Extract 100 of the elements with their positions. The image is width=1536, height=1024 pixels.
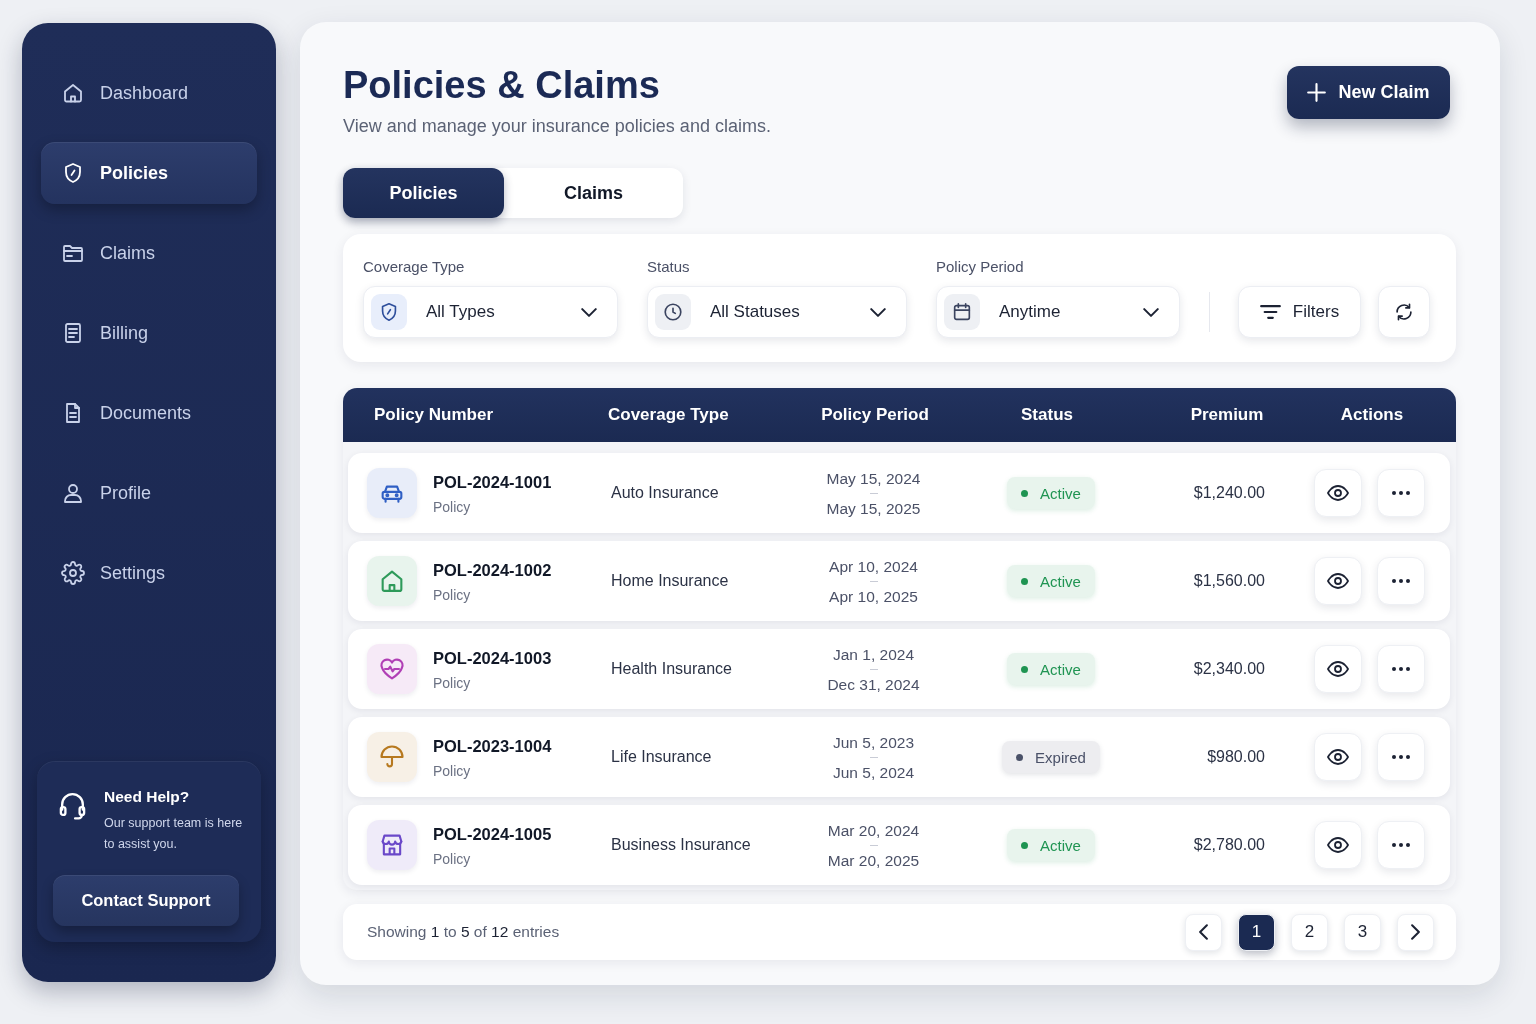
nav-item[interactable]: Claims	[41, 222, 257, 284]
page-button[interactable]: 1	[1238, 913, 1275, 951]
field-label: Policy Period	[936, 258, 1025, 276]
policy-label: Policy	[433, 850, 472, 867]
settings-icon	[61, 561, 85, 585]
period-end-date: Jun 5, 2024	[833, 762, 914, 782]
column-header: Actions	[1339, 405, 1405, 425]
dropdown[interactable]: Anytime	[936, 286, 1180, 338]
view-button[interactable]	[1314, 645, 1362, 693]
more-icon	[1392, 755, 1410, 759]
policy-number: POL-2024-1002	[433, 559, 552, 580]
policy-label: Policy	[433, 674, 472, 691]
premium-amount: $2,340.00	[1192, 660, 1265, 678]
help-text: Our support team is here to assist you.	[104, 815, 244, 853]
period-end-date: Mar 20, 2025	[827, 850, 920, 870]
more-icon	[1392, 843, 1410, 847]
filter-icon	[1259, 305, 1281, 319]
table-row[interactable]: POL-2024-1003 Policy Health Insurance Jan 1, 2024 Dec 31, 2024 Active $2,340.00	[348, 629, 1450, 709]
next-page-button[interactable]	[1397, 913, 1434, 951]
help-title: Need Help?	[104, 787, 191, 807]
eye-icon	[1327, 837, 1349, 853]
coverage-type: Business Insurance	[611, 836, 752, 854]
nav-item[interactable]: Billing	[41, 302, 257, 364]
table-row[interactable]: POL-2024-1005 Policy Business Insurance Mar 20, 2024 Mar 20, 2025 Active $2,780.00	[348, 805, 1450, 885]
period-start-date: Apr 10, 2024	[829, 556, 918, 576]
column-header: Coverage Type	[608, 405, 730, 425]
chevron-left-icon	[1199, 924, 1208, 940]
entries-summary: Showing 1 to 5 of 12 entries	[367, 923, 560, 941]
nav-item[interactable]: Policies	[41, 142, 257, 204]
status-label: Active	[1040, 660, 1081, 678]
column-header: Premium	[1189, 405, 1265, 425]
policy-number: POL-2024-1005	[433, 823, 552, 844]
dropdown[interactable]: All Types	[363, 286, 618, 338]
column-header: Policy Number	[374, 405, 495, 425]
chevron-down-icon	[1143, 307, 1159, 317]
tab[interactable]: Claims	[504, 168, 683, 218]
eye-icon	[1327, 485, 1349, 501]
premium-amount: $980.00	[1206, 748, 1265, 766]
coverage-type: Health Insurance	[611, 660, 733, 678]
view-button[interactable]	[1314, 469, 1362, 517]
nav-item[interactable]: Profile	[41, 462, 257, 524]
coverage-type: Life Insurance	[611, 748, 713, 766]
previous-page-button[interactable]	[1185, 913, 1222, 951]
period-end-date: Dec 31, 2024	[827, 674, 920, 694]
more-icon	[1392, 491, 1410, 495]
premium-amount: $2,780.00	[1192, 836, 1265, 854]
nav-item[interactable]: Dashboard	[41, 62, 257, 124]
period-end-date: Apr 10, 2025	[829, 586, 918, 606]
dropdown[interactable]: All Statuses	[647, 286, 907, 338]
view-button[interactable]	[1314, 733, 1362, 781]
period-start-date: Jun 5, 2023	[833, 732, 914, 752]
eye-icon	[1327, 749, 1349, 765]
chevron-down-icon	[870, 307, 886, 317]
person-icon	[61, 481, 85, 505]
nav-item[interactable]: Settings	[41, 542, 257, 604]
coverage-type: Auto Insurance	[611, 484, 720, 502]
eye-icon	[1327, 573, 1349, 589]
filters-button[interactable]: Filters	[1238, 286, 1361, 338]
tab[interactable]: Policies	[343, 168, 504, 218]
status-label: Active	[1040, 836, 1081, 854]
table-row[interactable]: POL-2024-1002 Policy Home Insurance Apr 10, 2024 Apr 10, 2025 Active $1,560.00	[348, 541, 1450, 621]
page-button[interactable]: 2	[1291, 913, 1328, 951]
status-label: Expired	[1035, 748, 1086, 766]
view-button[interactable]	[1314, 821, 1362, 869]
policy-label: Policy	[433, 586, 472, 603]
premium-amount: $1,560.00	[1192, 572, 1265, 590]
contact-support-button[interactable]: Contact Support	[53, 875, 239, 926]
new-claim-button[interactable]: New Claim	[1287, 66, 1450, 119]
refresh-icon	[1393, 301, 1415, 323]
period-start-date: Jan 1, 2024	[833, 644, 914, 664]
refresh-button[interactable]	[1378, 286, 1430, 338]
policy-number: POL-2023-1004	[433, 735, 552, 756]
coverage-type: Home Insurance	[611, 572, 730, 590]
house-icon	[61, 81, 85, 105]
premium-amount: $1,240.00	[1192, 484, 1265, 502]
policy-number: POL-2024-1003	[433, 647, 552, 668]
table-row[interactable]: POL-2023-1004 Policy Life Insurance Jun 5, 2023 Jun 5, 2024 Expired $980.00	[348, 717, 1450, 797]
page-subtitle: View and manage your insurance policies and claims.	[343, 115, 771, 137]
nav-item[interactable]: Documents	[41, 382, 257, 444]
plus-icon	[1307, 83, 1327, 102]
chevron-right-icon	[1411, 924, 1420, 940]
view-button[interactable]	[1314, 557, 1362, 605]
clock-icon	[655, 294, 691, 330]
policy-label: Policy	[433, 762, 472, 779]
policy-label: Policy	[433, 498, 472, 515]
status-label: Active	[1040, 572, 1081, 590]
field-label: Status	[647, 258, 691, 276]
shield-icon	[371, 294, 407, 330]
page-button[interactable]: 3	[1344, 913, 1381, 951]
status-label: Active	[1040, 484, 1081, 502]
period-start-date: Mar 20, 2024	[827, 820, 920, 840]
field-label: Coverage Type	[363, 258, 466, 276]
eye-icon	[1327, 661, 1349, 677]
more-icon	[1392, 579, 1410, 583]
table-row[interactable]: POL-2024-1001 Policy Auto Insurance May 15, 2024 May 15, 2025 Active $1,240.00	[348, 453, 1450, 533]
calendar-icon	[944, 294, 980, 330]
page-title: Policies & Claims	[343, 64, 661, 106]
period-start-date: May 15, 2024	[826, 468, 921, 488]
period-end-date: May 15, 2025	[826, 498, 921, 518]
policy-number: POL-2024-1001	[433, 471, 552, 492]
